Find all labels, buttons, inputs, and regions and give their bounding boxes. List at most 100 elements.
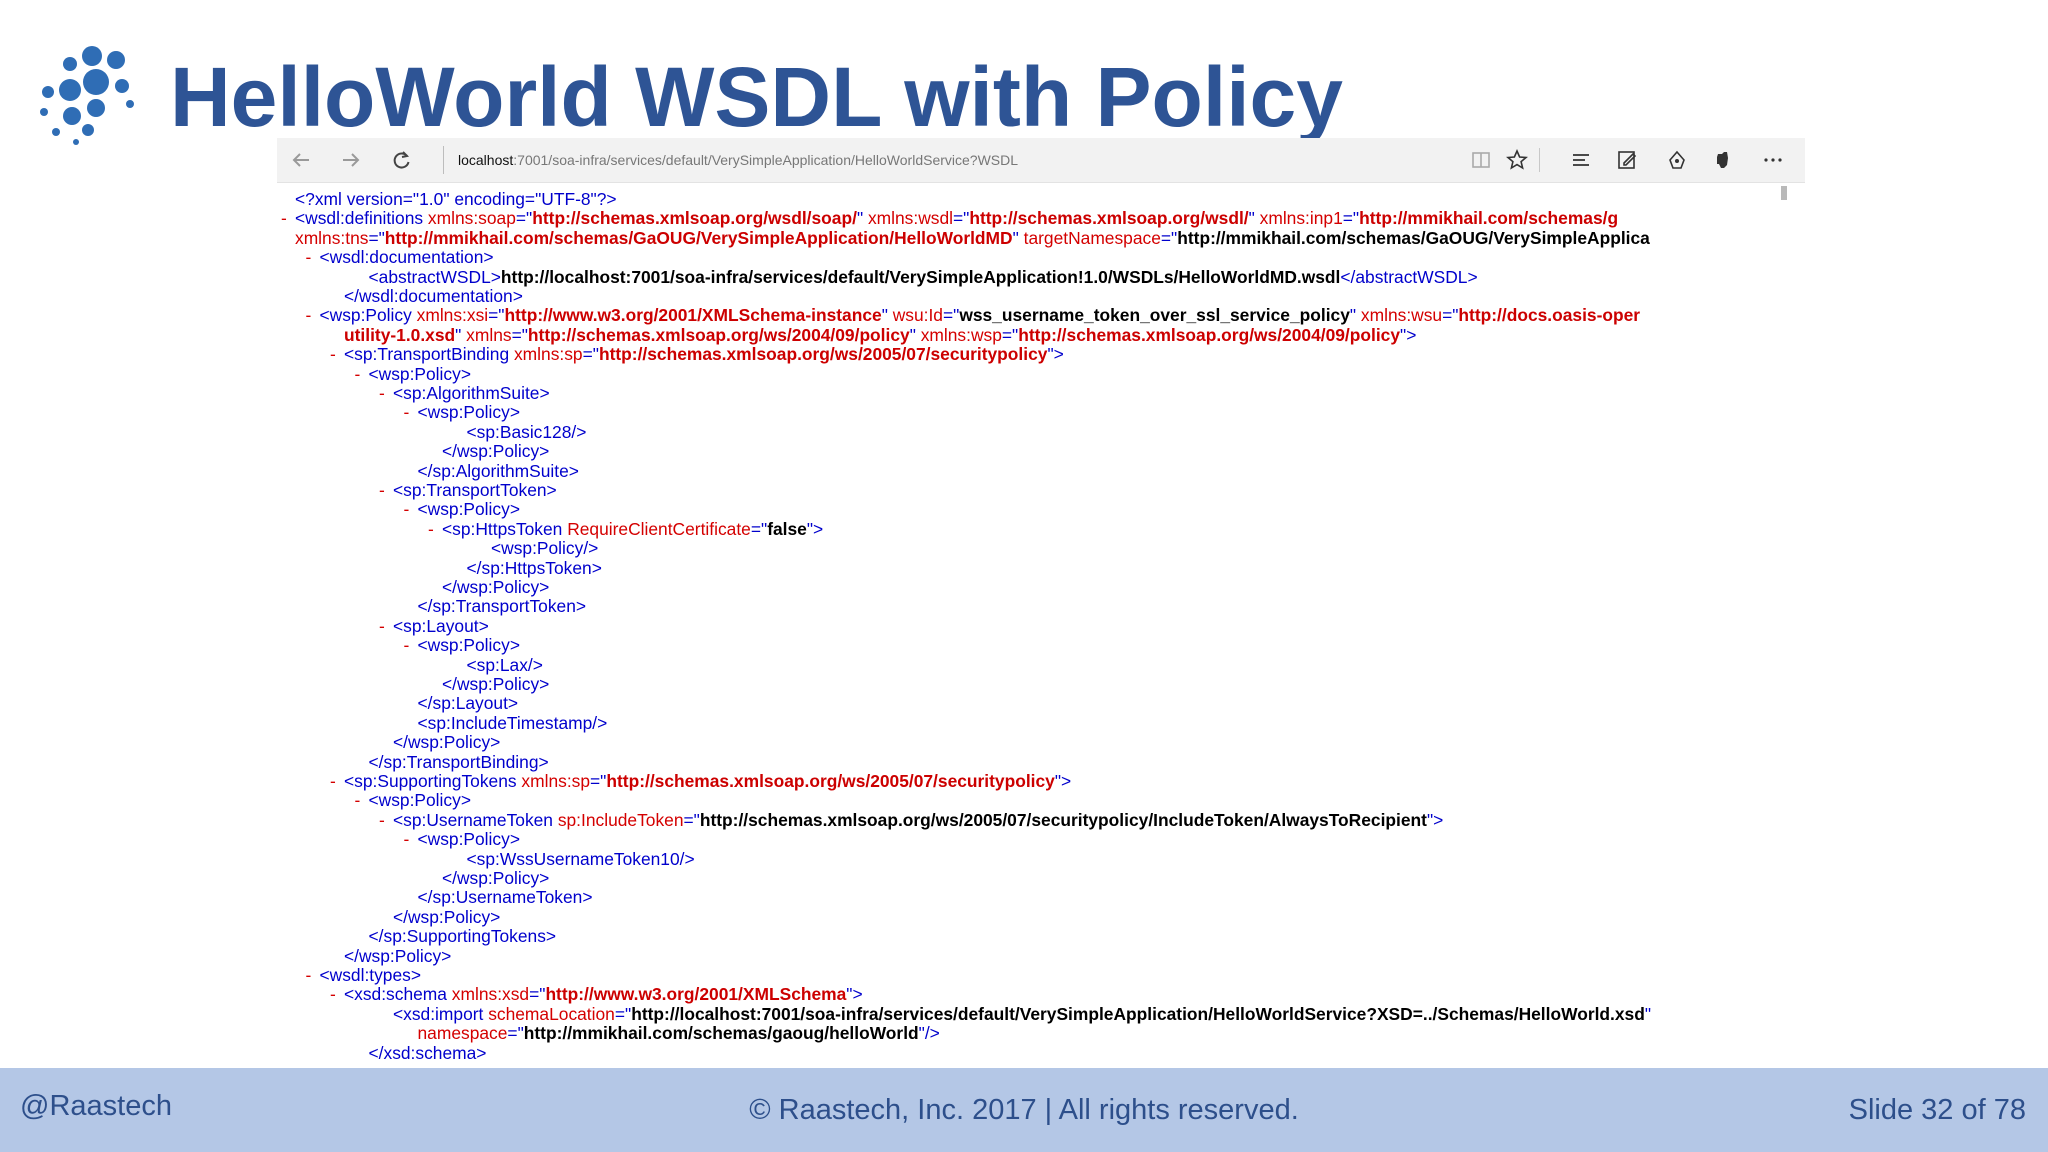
xml-token: "> [1054, 771, 1072, 791]
xml-line: namespace="http://mmikhail.com/schemas/g… [404, 1023, 940, 1044]
xml-line: xmlns:tns="http://mmikhail.com/schemas/G… [281, 227, 1650, 248]
collapse-toggle[interactable]: - [355, 364, 369, 384]
xml-token: xsd:schema [354, 984, 452, 1005]
xml-token: < [319, 965, 330, 985]
xml-token: xmlns:wsdl [867, 208, 953, 229]
xml-line: </wsp:Policy> [428, 674, 549, 694]
xml-token: </ [417, 693, 433, 714]
xml-token: http://localhost:7001/soa-infra/services… [631, 1003, 1645, 1024]
xml-token: targetNamespace [1023, 227, 1161, 248]
collapse-toggle[interactable]: - [306, 965, 320, 985]
xml-token: < [368, 790, 379, 811]
xml-token: < [466, 848, 477, 869]
xml-line: <?xml version="1.0" encoding="UTF-8"?> [281, 190, 617, 209]
collapse-toggle[interactable]: - [379, 383, 393, 403]
xml-token: wsp:Policy [457, 441, 540, 462]
collapse-toggle[interactable]: - [428, 519, 442, 539]
xml-token: > [539, 577, 550, 597]
xml-token: /> [592, 712, 608, 733]
xml-token: =" [488, 305, 505, 326]
xml-line: </wsp:Policy> [428, 577, 550, 597]
collapse-toggle[interactable]: - [379, 616, 393, 636]
xml-line: - <wsp:Policy> [355, 790, 471, 811]
evernote-icon[interactable] [1707, 144, 1739, 176]
xml-token: > [490, 906, 501, 927]
xml-token: > [1467, 266, 1478, 287]
collapse-toggle[interactable]: - [330, 344, 344, 364]
collapse-toggle[interactable]: - [404, 635, 418, 655]
favorite-star-icon[interactable] [1501, 144, 1533, 176]
collapse-toggle[interactable]: - [379, 810, 393, 830]
xml-line: </sp:UsernameToken> [404, 888, 593, 907]
xml-line: - <sp:TransportBinding xmlns:sp="http://s… [330, 344, 1064, 365]
xml-token: =" [683, 809, 700, 830]
xml-token: "/> [918, 1023, 940, 1044]
xml-line: <abstractWSDL>http://localhost:7001/soa-… [355, 266, 1478, 287]
xml-token: < [442, 518, 453, 539]
xml-token: wsdl:documentation [359, 286, 513, 306]
collapse-toggle[interactable]: - [404, 829, 418, 849]
more-icon[interactable] [1757, 144, 1789, 176]
xml-token: sp:IncludeToken [557, 809, 684, 830]
xml-token: < [319, 305, 330, 326]
xml-token: < [393, 1003, 404, 1024]
xml-token: </ [417, 460, 433, 481]
xml-token: =" [507, 1023, 524, 1044]
collapse-toggle[interactable]: - [330, 771, 344, 791]
share-icon[interactable] [1661, 144, 1693, 176]
refresh-icon[interactable] [385, 144, 417, 176]
xml-line: <sp:Basic128/> [453, 421, 587, 442]
xml-token: " [1248, 208, 1260, 229]
xml-token: xsd:schema [383, 1042, 477, 1063]
xml-token: </ [417, 596, 433, 617]
xml-line: - <wsdl:documentation> [306, 247, 494, 267]
xml-token: UTF-8 [541, 190, 591, 209]
xml-token: </ [393, 906, 408, 927]
xml-token: < [393, 383, 404, 403]
xml-token: < [417, 712, 428, 733]
xml-token: sp:Layout [432, 693, 508, 714]
collapse-toggle[interactable]: - [404, 402, 418, 422]
collapse-toggle[interactable]: - [306, 247, 320, 267]
xml-line: - <wsp:Policy> [404, 499, 520, 520]
xml-token: wsp:Policy [427, 499, 510, 520]
xml-token: < [368, 363, 379, 384]
xml-token: =" [1342, 208, 1360, 229]
forward-icon[interactable] [335, 144, 367, 176]
xml-token: > [539, 383, 550, 403]
xml-token: < [466, 421, 477, 442]
hub-icon[interactable] [1565, 144, 1597, 176]
xml-token: sp:TransportBinding [354, 344, 514, 365]
xml-line: </wsp:Policy> [428, 441, 549, 462]
xml-token: =" [1442, 305, 1459, 326]
collapse-toggle[interactable]: - [404, 499, 418, 519]
reading-view-icon[interactable] [1465, 144, 1497, 176]
web-note-icon[interactable] [1611, 144, 1643, 176]
xml-token: =" [590, 771, 607, 791]
xml-token: sp:HttpsToken [452, 518, 568, 539]
xml-line: </sp:HttpsToken> [453, 558, 602, 578]
xml-token: xmlns:sp [521, 771, 591, 791]
xml-token: http://schemas.xmlsoap.org/ws/2005/07/se… [598, 344, 1048, 365]
xml-token: =" [614, 1003, 632, 1024]
xml-token: > [509, 829, 520, 850]
raastech-logo-icon [40, 46, 134, 145]
collapse-toggle[interactable]: - [281, 208, 295, 228]
xml-token: " [856, 208, 868, 229]
browser-toolbar: localhost:7001/soa-infra/services/defaul… [277, 138, 1805, 183]
collapse-toggle[interactable]: - [330, 984, 344, 1004]
xml-token: wsp:Policy [408, 732, 491, 753]
xml-token: http://mmikhail.com/schemas/gaoug/helloW… [523, 1023, 919, 1044]
xml-token: < [393, 615, 404, 636]
xml-line: <sp:IncludeTimestamp/> [404, 712, 608, 733]
xml-token: < [393, 480, 404, 500]
collapse-toggle[interactable]: - [379, 480, 393, 500]
xml-line: - <sp:AlgorithmSuite> [379, 383, 550, 403]
collapse-toggle[interactable]: - [355, 790, 369, 810]
xml-token: xmlns [466, 324, 512, 345]
back-icon[interactable] [285, 144, 317, 176]
xml-line: </xsd:schema> [355, 1042, 487, 1063]
collapse-toggle[interactable]: - [306, 305, 320, 325]
xml-token: xml version [314, 190, 403, 209]
xml-token: sp:UsernameToken [432, 887, 583, 908]
